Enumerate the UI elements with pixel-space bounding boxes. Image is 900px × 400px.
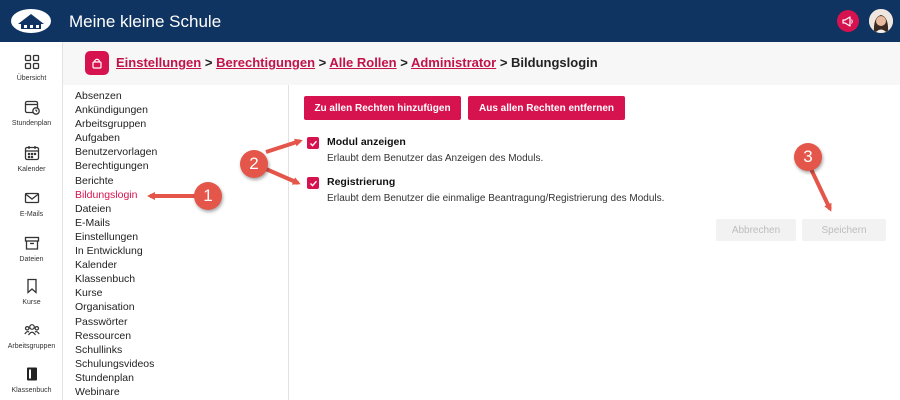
content-panel: Absenzen Ankündigungen Arbeitsgruppen Au… <box>63 85 900 400</box>
module-item-in-entwicklung[interactable]: In Entwicklung <box>75 244 285 258</box>
rail-label: Dateien <box>19 256 44 263</box>
rail-item-emails[interactable]: E-Mails <box>0 190 63 236</box>
breadcrumb-separator: > <box>318 55 327 70</box>
breadcrumb: Einstellungen > Berechtigungen > Alle Ro… <box>116 55 598 70</box>
module-item-kurse[interactable]: Kurse <box>75 286 285 300</box>
module-item-bildungslogin[interactable]: Bildungslogin <box>75 188 285 202</box>
callout-badge-3: 3 <box>794 143 822 171</box>
breadcrumb-einstellungen[interactable]: Einstellungen <box>116 55 201 70</box>
bookmark-icon <box>26 278 37 294</box>
callout-badge-2: 2 <box>240 150 268 178</box>
module-item-einstellungen[interactable]: Einstellungen <box>75 230 285 244</box>
module-item-dateien[interactable]: Dateien <box>75 202 285 216</box>
checkmark-icon <box>309 180 317 187</box>
module-item-ankuendigungen[interactable]: Ankündigungen <box>75 103 285 117</box>
breadcrumb-separator: > <box>499 55 508 70</box>
module-item-schullinks[interactable]: Schullinks <box>75 343 285 357</box>
module-item-schulungsvideos[interactable]: Schulungsvideos <box>75 357 285 371</box>
rail-item-stundenplan[interactable]: Stundenplan <box>0 99 63 145</box>
megaphone-icon <box>842 16 853 27</box>
rail-label: Stundenplan <box>11 120 52 127</box>
panel-divider <box>288 85 289 400</box>
permission-checkbox[interactable] <box>307 177 319 189</box>
breadcrumb-separator: > <box>204 55 213 70</box>
book-icon <box>26 367 37 381</box>
cancel-button[interactable]: Abbrechen <box>716 219 796 241</box>
module-item-organisation[interactable]: Organisation <box>75 300 285 314</box>
module-item-emails[interactable]: E-Mails <box>75 216 285 230</box>
module-item-ressourcen[interactable]: Ressourcen <box>75 329 285 343</box>
calendar-icon <box>24 146 39 161</box>
module-item-webinare[interactable]: Webinare <box>75 385 285 399</box>
group-icon <box>23 324 40 336</box>
module-item-kalender[interactable]: Kalender <box>75 258 285 272</box>
module-item-passwoerter[interactable]: Passwörter <box>75 315 285 329</box>
schedule-icon <box>24 100 40 115</box>
checkmark-icon <box>309 140 317 147</box>
left-navigation-rail: Übersicht Stundenplan Kalender E-Mails D… <box>0 42 63 400</box>
top-bar: Meine kleine Schule <box>0 0 900 42</box>
archive-icon <box>24 236 39 250</box>
announcement-button[interactable] <box>837 10 859 32</box>
rail-item-arbeitsgruppen[interactable]: Arbeitsgruppen <box>0 322 63 368</box>
callout-badge-1: 1 <box>194 182 222 210</box>
permission-title: Registrierung <box>327 176 396 188</box>
rail-label: Übersicht <box>16 75 47 82</box>
breadcrumb-berechtigungen[interactable]: Berechtigungen <box>216 55 315 70</box>
school-logo-icon[interactable] <box>10 8 52 34</box>
page-header: Einstellungen > Berechtigungen > Alle Ro… <box>63 42 900 85</box>
breadcrumb-administrator[interactable]: Administrator <box>411 55 496 70</box>
module-item-stundenplan[interactable]: Stundenplan <box>75 371 285 385</box>
rail-item-kurse[interactable]: Kurse <box>0 278 63 324</box>
module-list: Absenzen Ankündigungen Arbeitsgruppen Au… <box>75 89 285 399</box>
rail-label: Klassenbuch <box>11 387 52 394</box>
module-item-arbeitsgruppen[interactable]: Arbeitsgruppen <box>75 117 285 131</box>
rail-label: E-Mails <box>19 211 44 218</box>
module-item-aufgaben[interactable]: Aufgaben <box>75 131 285 145</box>
rail-label: Kalender <box>17 166 46 173</box>
permission-description: Erlaubt dem Benutzer das Anzeigen des Mo… <box>327 153 544 164</box>
permission-checkbox[interactable] <box>307 137 319 149</box>
rail-label: Kurse <box>22 299 41 306</box>
save-button[interactable]: Speichern <box>802 219 886 241</box>
permission-description: Erlaubt dem Benutzer die einmalige Beant… <box>327 193 665 204</box>
app-title: Meine kleine Schule <box>69 12 222 31</box>
add-to-all-rights-button[interactable]: Zu allen Rechten hinzufügen <box>304 96 461 120</box>
rail-item-klassenbuch[interactable]: Klassenbuch <box>0 366 63 400</box>
remove-from-all-rights-button[interactable]: Aus allen Rechten entfernen <box>468 96 625 120</box>
rail-item-uebersicht[interactable]: Übersicht <box>0 54 63 100</box>
lock-icon <box>85 51 109 75</box>
rail-item-kalender[interactable]: Kalender <box>0 145 63 191</box>
module-item-absenzen[interactable]: Absenzen <box>75 89 285 103</box>
rail-label: Arbeitsgruppen <box>7 343 56 350</box>
rail-item-dateien[interactable]: Dateien <box>0 235 63 281</box>
breadcrumb-current: Bildungslogin <box>511 55 598 70</box>
module-item-klassenbuch[interactable]: Klassenbuch <box>75 272 285 286</box>
mail-icon <box>24 192 39 204</box>
breadcrumb-separator: > <box>400 55 408 70</box>
breadcrumb-alle-rollen[interactable]: Alle Rollen <box>329 55 396 70</box>
user-avatar[interactable] <box>869 9 893 33</box>
grid-icon <box>24 54 39 70</box>
permission-title: Modul anzeigen <box>327 136 406 148</box>
